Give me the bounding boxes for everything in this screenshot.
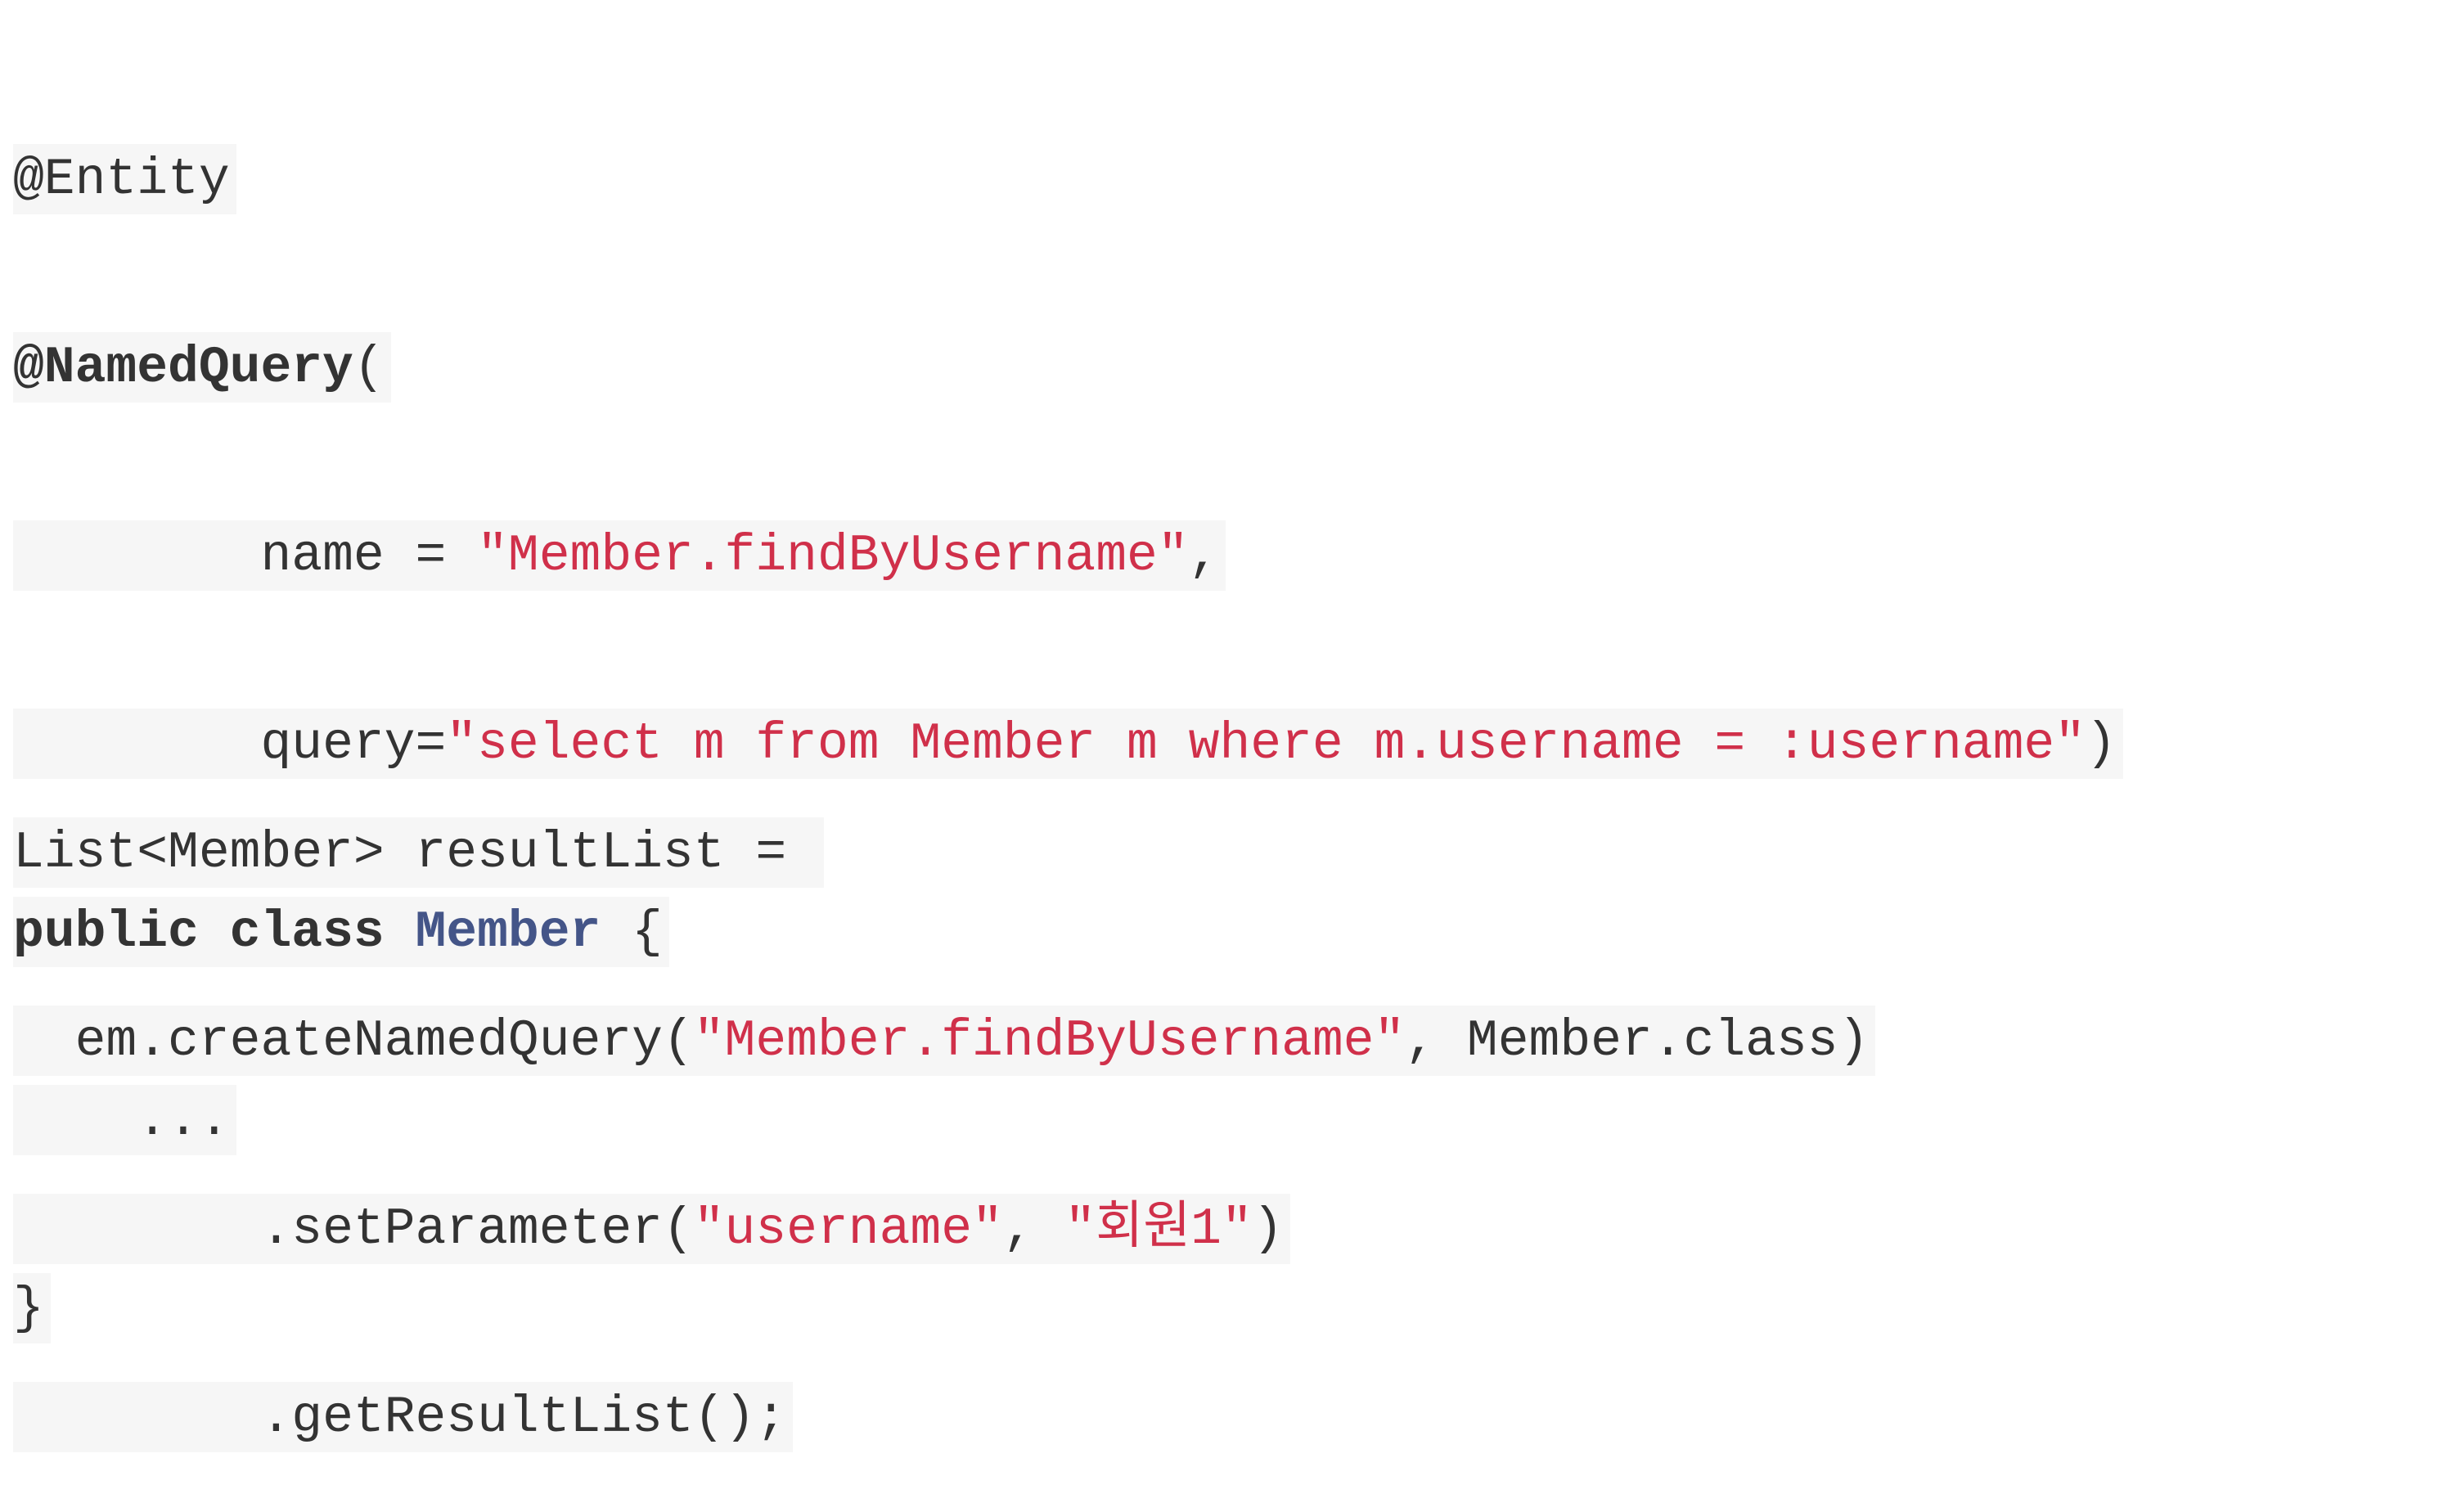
name-value-string: "Member.findByUsername" <box>477 527 1189 585</box>
result-list-declaration: List<Member> resultList = <box>13 817 824 888</box>
name-key: name = <box>260 527 478 585</box>
entity-annotation: @Entity <box>13 144 236 214</box>
comma: , <box>1002 1200 1065 1258</box>
param-value-string: "회원1" <box>1064 1200 1253 1258</box>
member-class-arg: , Member.class) <box>1405 1012 1870 1070</box>
get-result-list-call: .getResultList(); <box>260 1388 787 1447</box>
code-line: @NamedQuery( <box>13 332 2123 404</box>
open-paren: ( <box>353 339 385 397</box>
named-query-annotation: @NamedQuery <box>13 339 353 397</box>
param-name-string: "username" <box>693 1200 1003 1258</box>
create-named-query-call: em.createNamedQuery( <box>74 1012 694 1070</box>
code-line: @Entity <box>13 144 2123 216</box>
code-line: List<Member> resultList = <box>13 817 1875 889</box>
close-paren: ) <box>2086 715 2117 773</box>
code-line: .getResultList(); <box>13 1382 1875 1454</box>
comma: , <box>1188 527 1220 585</box>
code-line: .setParameter("username", "회원1") <box>13 1194 1875 1266</box>
set-parameter-call: .setParameter( <box>260 1200 694 1258</box>
query-name-string: "Member.findByUsername" <box>693 1012 1406 1070</box>
code-line: name = "Member.findByUsername", <box>13 520 2123 592</box>
code-block-usage: List<Member> resultList = em.createNamed… <box>13 701 1876 1512</box>
code-line: em.createNamedQuery("Member.findByUserna… <box>13 1006 1876 1078</box>
close-paren: ) <box>1252 1200 1284 1258</box>
